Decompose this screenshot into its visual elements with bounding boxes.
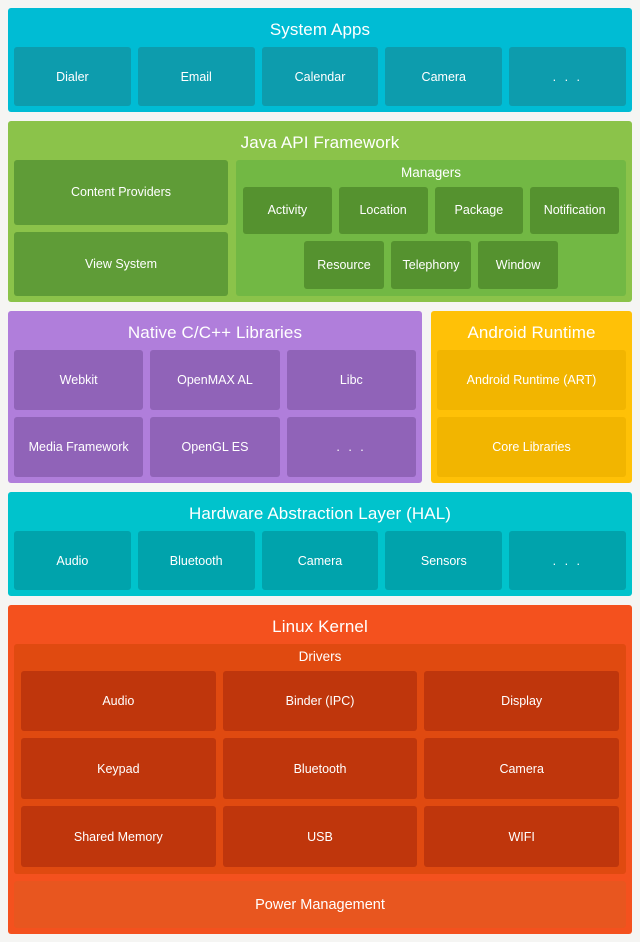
drivers-row-3: Shared Memory USB WIFI	[21, 806, 620, 867]
native-libraries-row-2: Media Framework OpenGL ES . . .	[14, 417, 416, 477]
manager-telephony[interactable]: Telephony	[391, 241, 471, 289]
library-media-framework[interactable]: Media Framework	[14, 417, 144, 477]
hal-sensors[interactable]: Sensors	[385, 531, 503, 590]
layer-linux-kernel: Linux Kernel Drivers Audio Binder (IPC) …	[8, 605, 632, 934]
architecture-diagram: System Apps Dialer Email Calendar Camera…	[0, 0, 640, 942]
managers-row-2: Resource Telephony Window	[243, 241, 619, 289]
native-and-runtime-row: Native C/C++ Libraries Webkit OpenMAX AL…	[8, 311, 632, 483]
driver-wifi[interactable]: WIFI	[424, 806, 620, 867]
manager-window[interactable]: Window	[478, 241, 558, 289]
library-opengl-es[interactable]: OpenGL ES	[150, 417, 280, 477]
runtime-art[interactable]: Android Runtime (ART)	[437, 350, 626, 410]
managers-group: Managers Activity Location Package Notif…	[236, 160, 626, 296]
app-email[interactable]: Email	[137, 47, 255, 106]
manager-resource[interactable]: Resource	[304, 241, 384, 289]
layer-hardware-abstraction-layer: Hardware Abstraction Layer (HAL) Audio B…	[8, 492, 632, 596]
drivers-group: Drivers Audio Binder (IPC) Display Keypa…	[14, 644, 626, 874]
library-webkit[interactable]: Webkit	[14, 350, 144, 410]
java-framework-left-column: Content Providers View System	[14, 160, 228, 296]
component-content-providers[interactable]: Content Providers	[14, 160, 228, 225]
layer-title-android-runtime: Android Runtime	[467, 323, 596, 342]
component-view-system[interactable]: View System	[14, 231, 228, 296]
drivers-title: Drivers	[298, 649, 342, 664]
layer-title-linux-kernel: Linux Kernel	[272, 617, 368, 636]
layer-java-api-framework: Java API Framework Content Providers Vie…	[8, 121, 632, 302]
driver-usb[interactable]: USB	[222, 806, 418, 867]
library-more-ellipsis[interactable]: . . .	[286, 417, 416, 477]
java-framework-body: Content Providers View System Managers A…	[14, 160, 626, 296]
manager-activity[interactable]: Activity	[243, 186, 332, 235]
native-libraries-row-1: Webkit OpenMAX AL Libc	[14, 350, 416, 410]
app-camera[interactable]: Camera	[385, 47, 503, 106]
library-libc[interactable]: Libc	[286, 350, 416, 410]
layer-system-apps: System Apps Dialer Email Calendar Camera…	[8, 8, 632, 112]
layer-title-java-api-framework: Java API Framework	[240, 133, 400, 152]
layer-native-libraries: Native C/C++ Libraries Webkit OpenMAX AL…	[8, 311, 422, 483]
power-management-block[interactable]: Power Management	[14, 881, 626, 928]
hal-audio[interactable]: Audio	[14, 531, 131, 590]
driver-bluetooth[interactable]: Bluetooth	[222, 738, 418, 800]
managers-title: Managers	[400, 165, 462, 180]
layer-title-hal: Hardware Abstraction Layer (HAL)	[188, 504, 452, 523]
manager-notification[interactable]: Notification	[530, 186, 619, 235]
driver-binder-ipc[interactable]: Binder (IPC)	[222, 670, 418, 732]
android-runtime-items: Android Runtime (ART) Core Libraries	[437, 350, 626, 477]
app-calendar[interactable]: Calendar	[261, 47, 379, 106]
drivers-row-2: Keypad Bluetooth Camera	[21, 738, 620, 800]
driver-shared-memory[interactable]: Shared Memory	[21, 806, 216, 867]
driver-camera[interactable]: Camera	[424, 738, 620, 800]
hal-bluetooth[interactable]: Bluetooth	[137, 531, 255, 590]
drivers-row-1: Audio Binder (IPC) Display	[21, 670, 620, 732]
driver-audio[interactable]: Audio	[21, 670, 216, 732]
hal-items-row: Audio Bluetooth Camera Sensors . . .	[14, 531, 626, 590]
managers-row-1: Activity Location Package Notification	[243, 186, 619, 235]
library-openmax-al[interactable]: OpenMAX AL	[150, 350, 280, 410]
hal-camera[interactable]: Camera	[261, 531, 379, 590]
system-apps-row: Dialer Email Calendar Camera . . .	[14, 47, 626, 106]
manager-location[interactable]: Location	[338, 186, 428, 235]
layer-title-native-libraries: Native C/C++ Libraries	[127, 323, 303, 342]
app-more-ellipsis[interactable]: . . .	[509, 47, 626, 106]
driver-display[interactable]: Display	[424, 670, 620, 732]
layer-title-system-apps: System Apps	[269, 20, 371, 39]
driver-keypad[interactable]: Keypad	[21, 738, 216, 800]
runtime-core-libraries[interactable]: Core Libraries	[437, 417, 626, 477]
hal-more-ellipsis[interactable]: . . .	[509, 531, 626, 590]
app-dialer[interactable]: Dialer	[14, 47, 131, 106]
manager-package[interactable]: Package	[434, 186, 524, 235]
layer-android-runtime: Android Runtime Android Runtime (ART) Co…	[431, 311, 632, 483]
